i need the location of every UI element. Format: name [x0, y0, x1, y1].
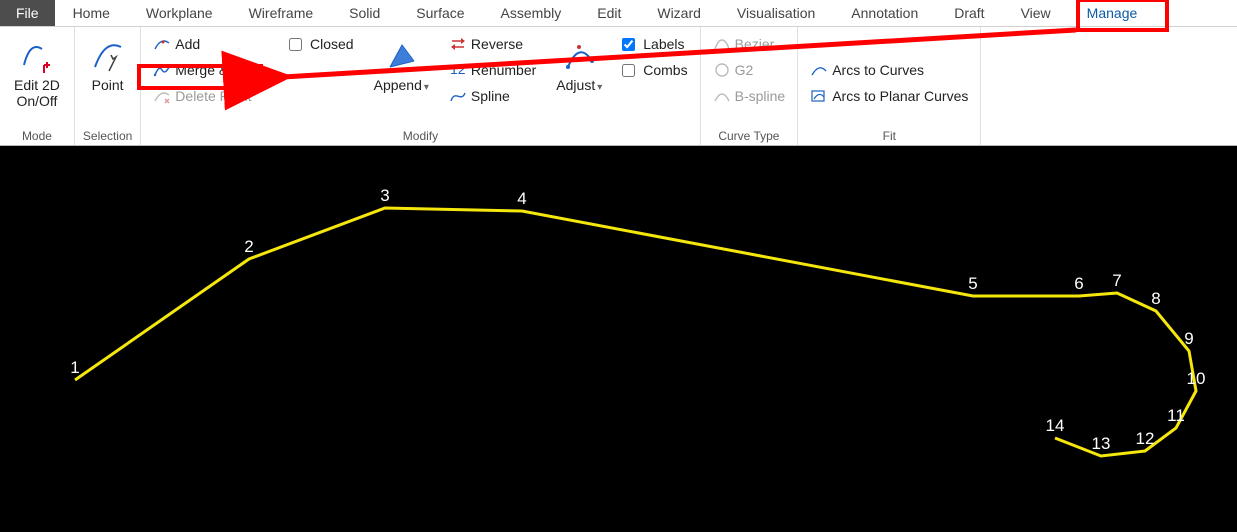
viewport-3d[interactable]: 1234567891011121314	[0, 146, 1237, 532]
point-label-6: 6	[1074, 274, 1083, 294]
closed-checkbox-row[interactable]: Closed	[285, 31, 358, 57]
renumber-button[interactable]: 12 Renumber	[445, 57, 540, 83]
closed-label: Closed	[310, 36, 354, 52]
reverse-icon	[449, 35, 467, 53]
point-label-1: 1	[70, 358, 79, 378]
group-label-curve: Curve Type	[718, 129, 779, 143]
bezier-label: Bezier	[735, 36, 775, 52]
delete-label: Delete Point	[175, 88, 251, 104]
bspline-label: B-spline	[735, 88, 786, 104]
labels-label: Labels	[643, 36, 684, 52]
point-label-10: 10	[1187, 369, 1206, 389]
bezier-button: Bezier	[709, 31, 790, 57]
labels-checkbox-row[interactable]: Labels	[618, 31, 691, 57]
group-label-selection: Selection	[83, 129, 132, 143]
arcs-icon	[810, 61, 828, 79]
g2-button: G2	[709, 57, 790, 83]
menu-view[interactable]: View	[1003, 0, 1069, 26]
svg-text:12: 12	[450, 61, 466, 77]
ribbon-group-selection: Point Selection	[75, 27, 141, 145]
adjust-button[interactable]: Adjust	[550, 31, 608, 94]
point-label-7: 7	[1112, 271, 1121, 291]
point-label-12: 12	[1136, 429, 1155, 449]
group-label-mode: Mode	[22, 129, 52, 143]
group-label-fit: Fit	[883, 129, 896, 143]
bspline-icon	[713, 87, 731, 105]
spline-button[interactable]: Spline	[445, 83, 540, 109]
combs-checkbox[interactable]	[622, 64, 635, 77]
delete-icon	[153, 87, 171, 105]
menu-draft[interactable]: Draft	[936, 0, 1002, 26]
arcs-to-curves-button[interactable]: Arcs to Curves	[806, 57, 972, 83]
reverse-label: Reverse	[471, 36, 523, 52]
point-label-13: 13	[1092, 434, 1111, 454]
append-label: Append	[374, 77, 429, 94]
edit2d-icon	[20, 35, 54, 77]
ribbon-group-curve: Bezier G2 B-spline Curve Type	[701, 27, 799, 145]
arcs-planar-button[interactable]: Arcs to Planar Curves	[806, 83, 972, 109]
edit2d-label: Edit 2D On/Off	[14, 77, 60, 109]
add-button[interactable]: Add	[149, 31, 275, 57]
planar-label: Arcs to Planar Curves	[832, 88, 968, 104]
renumber-label: Renumber	[471, 62, 536, 78]
point-label: Point	[92, 77, 124, 93]
bspline-button: B-spline	[709, 83, 790, 109]
delete-point-button: Delete Point	[149, 83, 275, 109]
combs-label: Combs	[643, 62, 687, 78]
point-icon	[91, 35, 125, 77]
spline-label: Spline	[471, 88, 510, 104]
renumber-icon: 12	[449, 61, 467, 79]
point-label-3: 3	[380, 186, 389, 206]
closed-checkbox[interactable]	[289, 38, 302, 51]
bezier-icon	[713, 35, 731, 53]
menu-annotation[interactable]: Annotation	[833, 0, 936, 26]
append-button[interactable]: Append	[368, 31, 435, 94]
append-icon	[384, 35, 418, 77]
menu-wireframe[interactable]: Wireframe	[231, 0, 332, 26]
point-label-8: 8	[1151, 289, 1160, 309]
labels-checkbox[interactable]	[622, 38, 635, 51]
g2-label: G2	[735, 62, 754, 78]
edit2d-button[interactable]: Edit 2D On/Off	[8, 31, 66, 109]
menu-surface[interactable]: Surface	[398, 0, 482, 26]
group-label-modify: Modify	[403, 129, 438, 143]
curve-geometry	[0, 146, 1237, 532]
ribbon-group-fit: Arcs to Curves Arcs to Planar Curves Fit	[798, 27, 981, 145]
menu-workplane[interactable]: Workplane	[128, 0, 231, 26]
adjust-icon	[562, 35, 596, 77]
menu-edit[interactable]: Edit	[579, 0, 639, 26]
menu-visualisation[interactable]: Visualisation	[719, 0, 833, 26]
ribbon-group-mode: Edit 2D On/Off Mode	[0, 27, 75, 145]
point-label-9: 9	[1184, 329, 1193, 349]
point-label-11: 11	[1167, 406, 1185, 426]
point-label-4: 4	[517, 189, 526, 209]
point-label-5: 5	[968, 274, 977, 294]
menu-assembly[interactable]: Assembly	[483, 0, 580, 26]
menu-manage[interactable]: Manage	[1069, 0, 1156, 26]
point-label-14: 14	[1046, 416, 1065, 436]
menubar: File Home Workplane Wireframe Solid Surf…	[0, 0, 1237, 27]
merge-spline-button[interactable]: Merge & Spline	[149, 57, 275, 83]
add-icon	[153, 35, 171, 53]
planar-icon	[810, 87, 828, 105]
menu-home[interactable]: Home	[55, 0, 128, 26]
adjust-label: Adjust	[556, 77, 602, 94]
ribbon: Edit 2D On/Off Mode Point Selection	[0, 27, 1237, 146]
g2-icon	[713, 61, 731, 79]
menu-solid[interactable]: Solid	[331, 0, 398, 26]
reverse-button[interactable]: Reverse	[445, 31, 540, 57]
merge-icon	[153, 61, 171, 79]
add-label: Add	[175, 36, 200, 52]
point-label-2: 2	[244, 237, 253, 257]
point-button[interactable]: Point	[84, 31, 132, 93]
spline-icon	[449, 87, 467, 105]
merge-label: Merge & Spline	[175, 62, 271, 78]
menu-file[interactable]: File	[0, 0, 55, 26]
menu-wizard[interactable]: Wizard	[639, 0, 719, 26]
ribbon-group-modify: Add Merge & Spline Delete Point	[141, 27, 700, 145]
arcs-label: Arcs to Curves	[832, 62, 924, 78]
combs-checkbox-row[interactable]: Combs	[618, 57, 691, 83]
